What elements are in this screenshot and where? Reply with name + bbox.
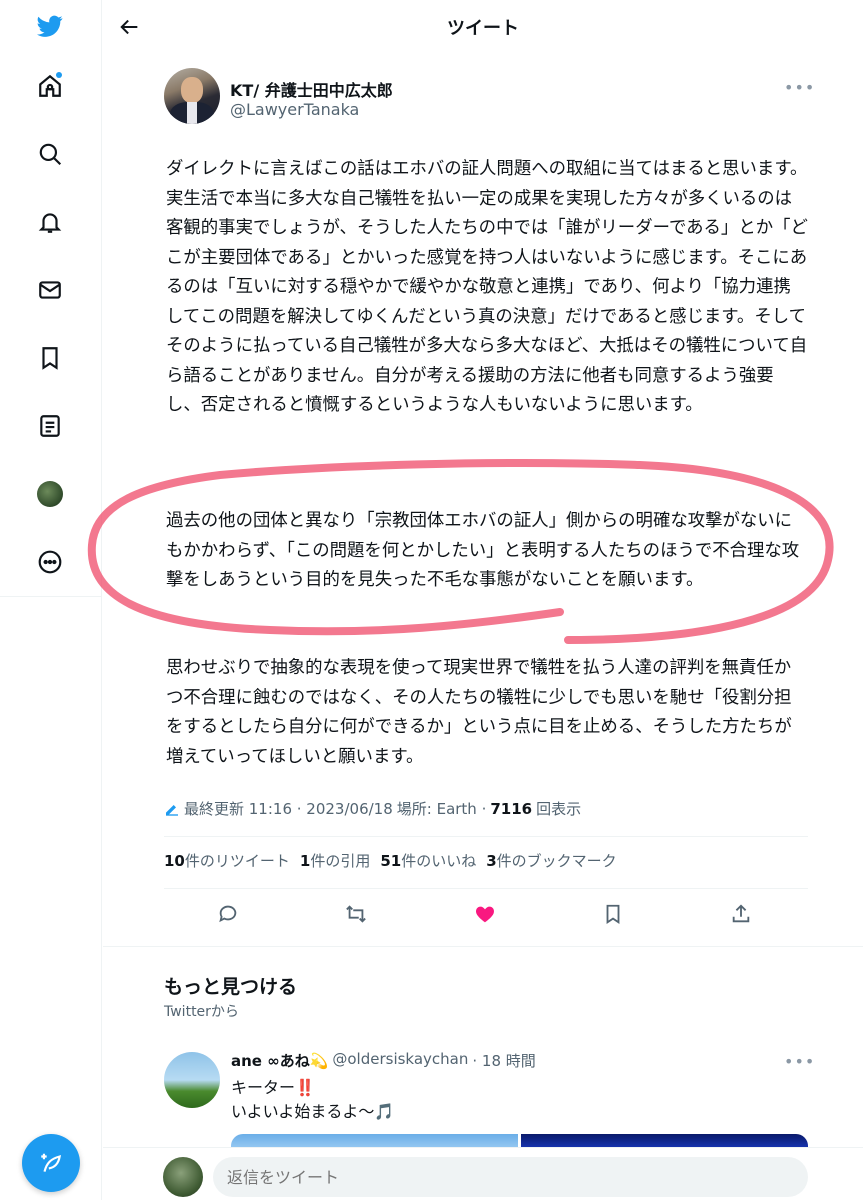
recommended-tweet-time: · 18 時間	[472, 1052, 536, 1070]
tweet-paragraph-3: 思わせぶりで抽象的な表現を使って現実世界で犠牲を払う人達の評判を無責任かつ不合理…	[166, 658, 792, 767]
views-count: 7116	[490, 799, 533, 818]
bookmarks-stat[interactable]: 3件のブックマーク	[486, 850, 616, 871]
share-icon[interactable]	[727, 900, 755, 928]
divider	[164, 888, 808, 889]
compose-tweet-icon	[41, 1153, 62, 1172]
recommended-tweet[interactable]: ane ∞あね💫 @oldersiskaychan · 18 時間 ••• キー…	[164, 1048, 814, 1154]
more-options-icon[interactable]: •••	[784, 1052, 814, 1071]
sidebar-nav	[0, 0, 102, 1200]
recommended-author-handle[interactable]: @oldersiskaychan	[332, 1050, 468, 1071]
author-name[interactable]: KT/ 弁護士田中広太郎	[230, 77, 393, 101]
likes-stat[interactable]: 51件のいいね	[380, 850, 476, 871]
retweet-icon[interactable]	[342, 900, 370, 928]
tweet-author: KT/ 弁護士田中広太郎 @LawyerTanaka •••	[164, 68, 814, 128]
user-avatar	[163, 1157, 203, 1197]
edited-timestamp[interactable]: 最終更新 11:16 · 2023/06/18	[184, 798, 393, 819]
nav-divider	[0, 596, 102, 597]
search-icon[interactable]	[26, 130, 74, 178]
views-label: 回表示	[536, 800, 582, 818]
reply-bar	[103, 1147, 863, 1200]
reply-input[interactable]	[213, 1157, 808, 1197]
author-avatar[interactable]	[164, 68, 220, 124]
bookmark-icon[interactable]	[599, 900, 627, 928]
edit-pencil-icon	[166, 804, 178, 816]
tweet-paragraph-1: ダイレクトに言えばこの話はエホバの証人問題への取組に当てはまると思います。 実生…	[166, 159, 808, 415]
tweet-paragraph-2: 過去の他の団体と異なり「宗教団体エホバの証人」側からの明確な攻撃がないにもかかわ…	[166, 511, 800, 590]
messages-icon[interactable]	[26, 266, 74, 314]
bookmarks-icon[interactable]	[26, 334, 74, 382]
tweet-stats: 10件のリツイート 1件の引用 51件のいいね 3件のブックマーク	[164, 850, 617, 871]
quotes-stat[interactable]: 1件の引用	[300, 850, 370, 871]
lists-icon[interactable]	[26, 402, 74, 450]
compose-tweet-button[interactable]	[22, 1134, 80, 1192]
retweets-stat[interactable]: 10件のリツイート	[164, 850, 290, 871]
back-arrow-icon[interactable]	[115, 12, 145, 42]
discover-title: もっと見つける	[164, 976, 298, 998]
more-icon[interactable]	[26, 538, 74, 586]
author-handle[interactable]: @LawyerTanaka	[230, 100, 359, 119]
section-divider	[103, 946, 863, 947]
page-header: ツイート	[103, 0, 863, 54]
tweet-meta: 最終更新 11:16 · 2023/06/18 場所: Earth · 7116…	[164, 798, 581, 819]
tweet-actions	[164, 896, 808, 932]
recommended-author-name[interactable]: ane ∞あね💫	[231, 1050, 328, 1071]
reply-icon[interactable]	[214, 900, 242, 928]
notifications-icon[interactable]	[26, 198, 74, 246]
like-heart-icon[interactable]	[471, 900, 499, 928]
notification-dot	[56, 72, 62, 78]
more-options-icon[interactable]: •••	[784, 78, 814, 97]
twitter-logo-icon[interactable]	[26, 2, 74, 50]
home-icon[interactable]	[26, 62, 74, 110]
tweet-location: 場所: Earth ·	[396, 800, 487, 818]
recommended-author-line: ane ∞あね💫 @oldersiskaychan · 18 時間	[231, 1050, 536, 1071]
profile-avatar[interactable]	[26, 470, 74, 518]
discover-subtitle: Twitterから	[164, 1004, 239, 1020]
divider	[164, 836, 808, 837]
page-title: ツイート	[447, 18, 519, 39]
recommended-author-avatar[interactable]	[164, 1052, 220, 1108]
recommended-tweet-text: キーター‼️ いよいよ始まるよ〜🎵	[231, 1078, 395, 1121]
